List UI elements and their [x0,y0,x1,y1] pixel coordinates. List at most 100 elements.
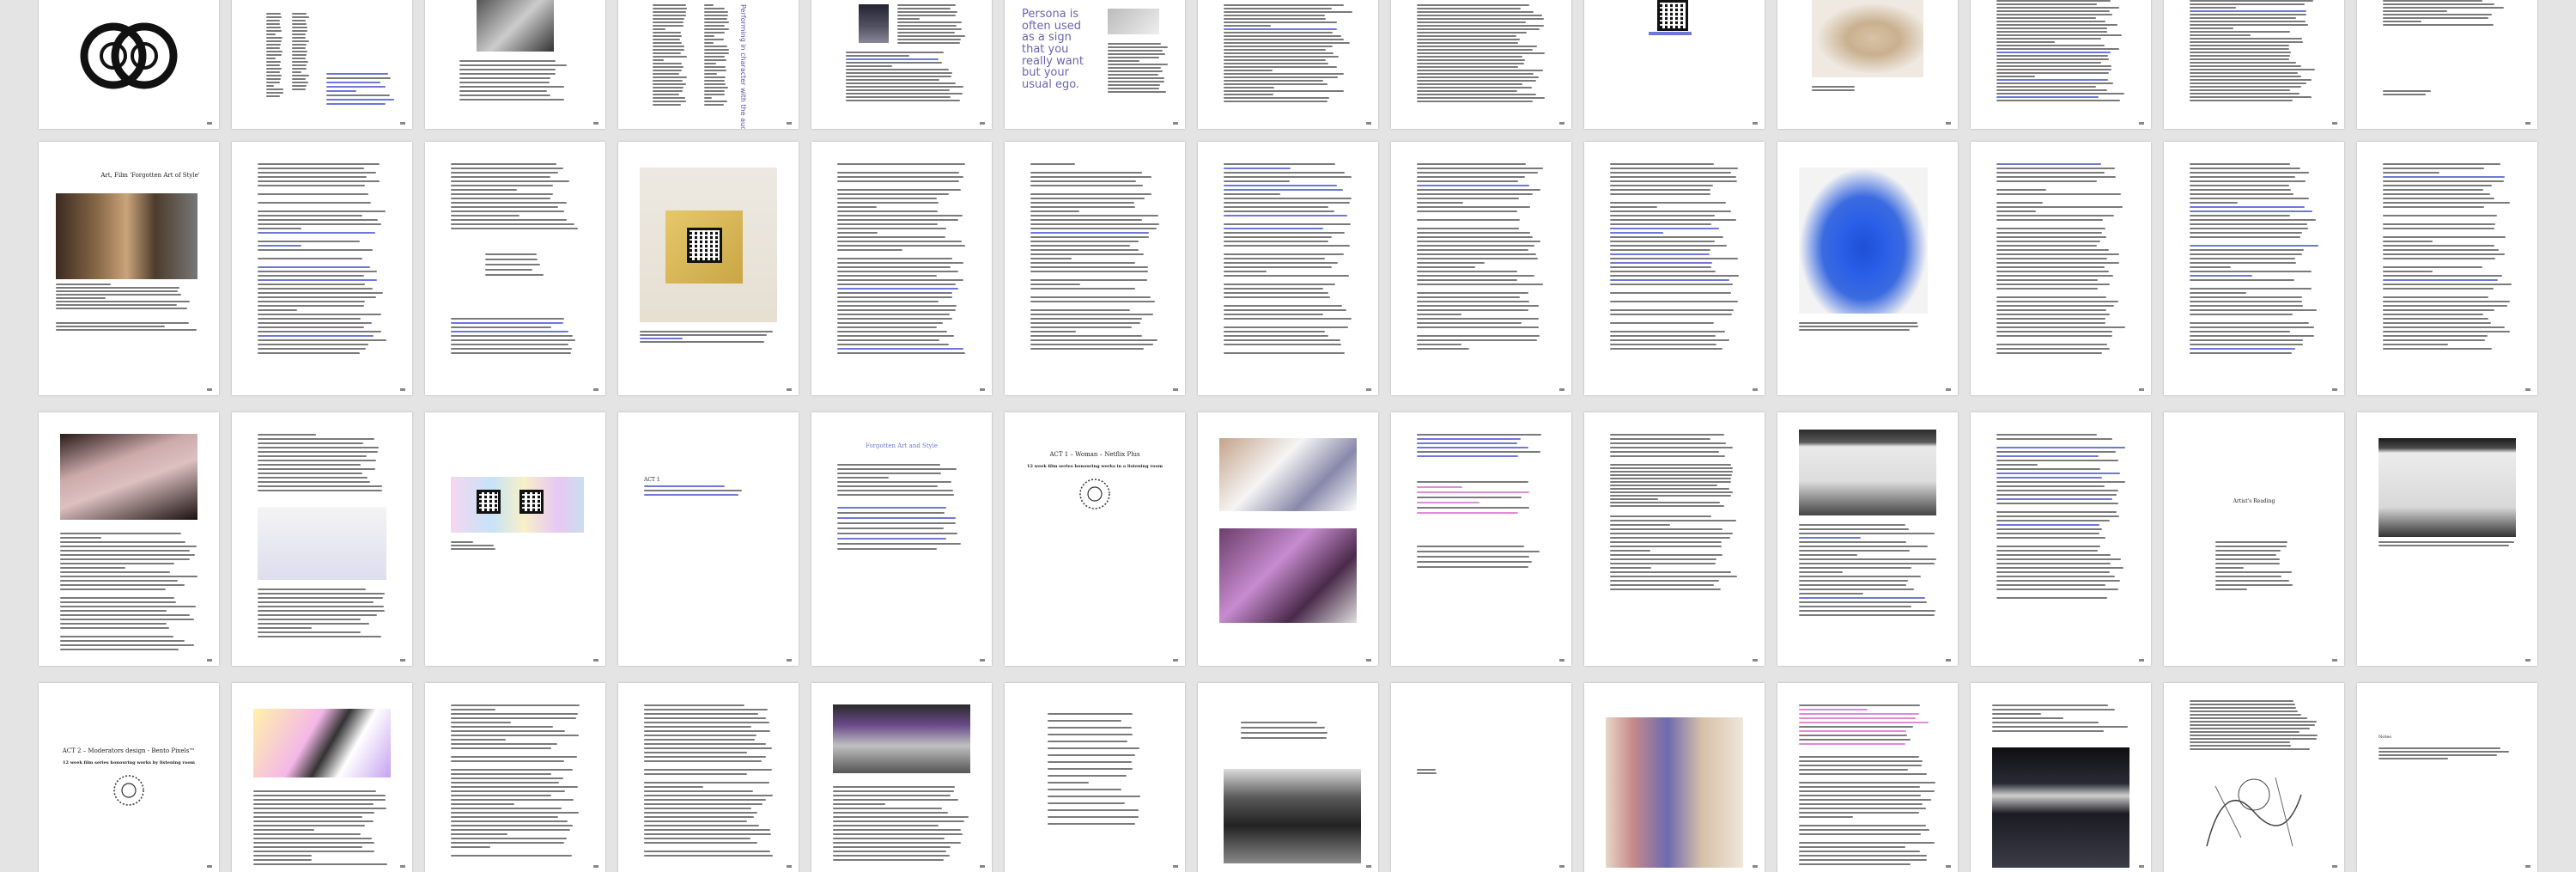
text-line [833,808,942,809]
text-line [1417,314,1461,315]
text-line [897,35,965,37]
text-line [837,245,965,247]
text-line [1799,558,1936,560]
text-line [837,548,937,550]
text-line [1224,76,1338,78]
text-line [1417,497,1522,498]
text-line [837,331,947,332]
text-line [258,284,365,285]
page-number [2139,388,2144,391]
qr-code-image [1657,0,1688,31]
text-line [1108,77,1164,79]
text-line [451,548,495,550]
page-thumbnail-r2-c4 [618,142,799,395]
text-line [2383,14,2492,15]
text-line [266,51,283,52]
text-line [1224,97,1329,99]
text-line [60,576,197,577]
text-line [258,176,367,178]
text-line [1799,846,1905,848]
text-line [1417,491,1529,493]
text-line [253,799,386,801]
link-line [1649,32,1692,35]
text-line [1224,21,1337,23]
text-line [704,80,725,82]
text-line [266,34,276,35]
text-line [60,640,185,642]
text-line [653,59,664,61]
text-line [1224,284,1335,285]
text-line [1996,318,2105,320]
text-line [1417,21,1526,23]
text-line [258,301,365,302]
text-line [1610,279,1729,281]
text-line [253,833,361,835]
text-line [1996,206,2123,208]
text-line [1996,14,2112,15]
text-line [1996,219,2103,221]
text-line [837,543,961,545]
text-line [1996,245,2097,247]
text-line [1030,318,1142,320]
text-line [1224,70,1273,71]
text-line [1224,172,1345,174]
text-line [1996,279,2098,281]
text-line [1030,314,1153,315]
text-line [1224,258,1325,259]
text-line [1030,284,1080,285]
text-line [60,606,196,607]
text-line [1417,210,1517,212]
text-line [2190,735,2318,736]
text-line [837,219,958,221]
page-number [1366,865,1371,868]
text-line [56,301,190,302]
text-line [258,481,370,483]
text-line [1996,554,2111,556]
text-line [1799,803,1923,805]
page-number [1366,388,1371,391]
text-line [326,90,356,92]
text-line [1996,215,2114,216]
page-thumbnail-r2-c11 [1971,142,2151,395]
text-line [1417,35,1516,37]
text-line [837,477,889,479]
text-line [2190,202,2238,204]
text-line [837,215,963,216]
page-thumbnail-r1-c4: Performing in character with the audienc… [618,0,799,129]
text-line [1224,35,1341,37]
text-line [451,816,558,818]
text-line [1224,309,1346,311]
text-line [1610,339,1729,341]
text-line [258,180,380,182]
text-line [292,27,307,28]
text-line [1108,46,1168,48]
text-line [2190,322,2309,324]
text-line [2190,52,2291,53]
text-line [258,485,382,487]
text-line [1417,486,1462,488]
text-line [1030,228,1157,229]
text-line [1224,59,1326,61]
seal-icon [1079,479,1110,509]
text-line [1108,74,1158,76]
text-line [837,202,939,204]
text-line [258,344,368,345]
text-line [266,61,281,63]
text-line [1417,481,1528,483]
text-line [253,820,374,822]
text-line [837,527,944,529]
text-line [292,47,306,49]
text-line [1996,172,2105,174]
text-line [451,842,564,844]
text-line [1996,72,2109,74]
text-line [2190,72,2298,74]
text-line [1996,24,2117,26]
text-line [837,275,937,277]
text-line [292,64,307,66]
text-line [1610,528,1722,530]
fabric-photo-image [1606,717,1743,868]
page-thumbnail-r4-c5 [811,683,992,872]
text-line [837,258,952,259]
text-line [1048,741,1127,742]
text-line [292,34,306,35]
